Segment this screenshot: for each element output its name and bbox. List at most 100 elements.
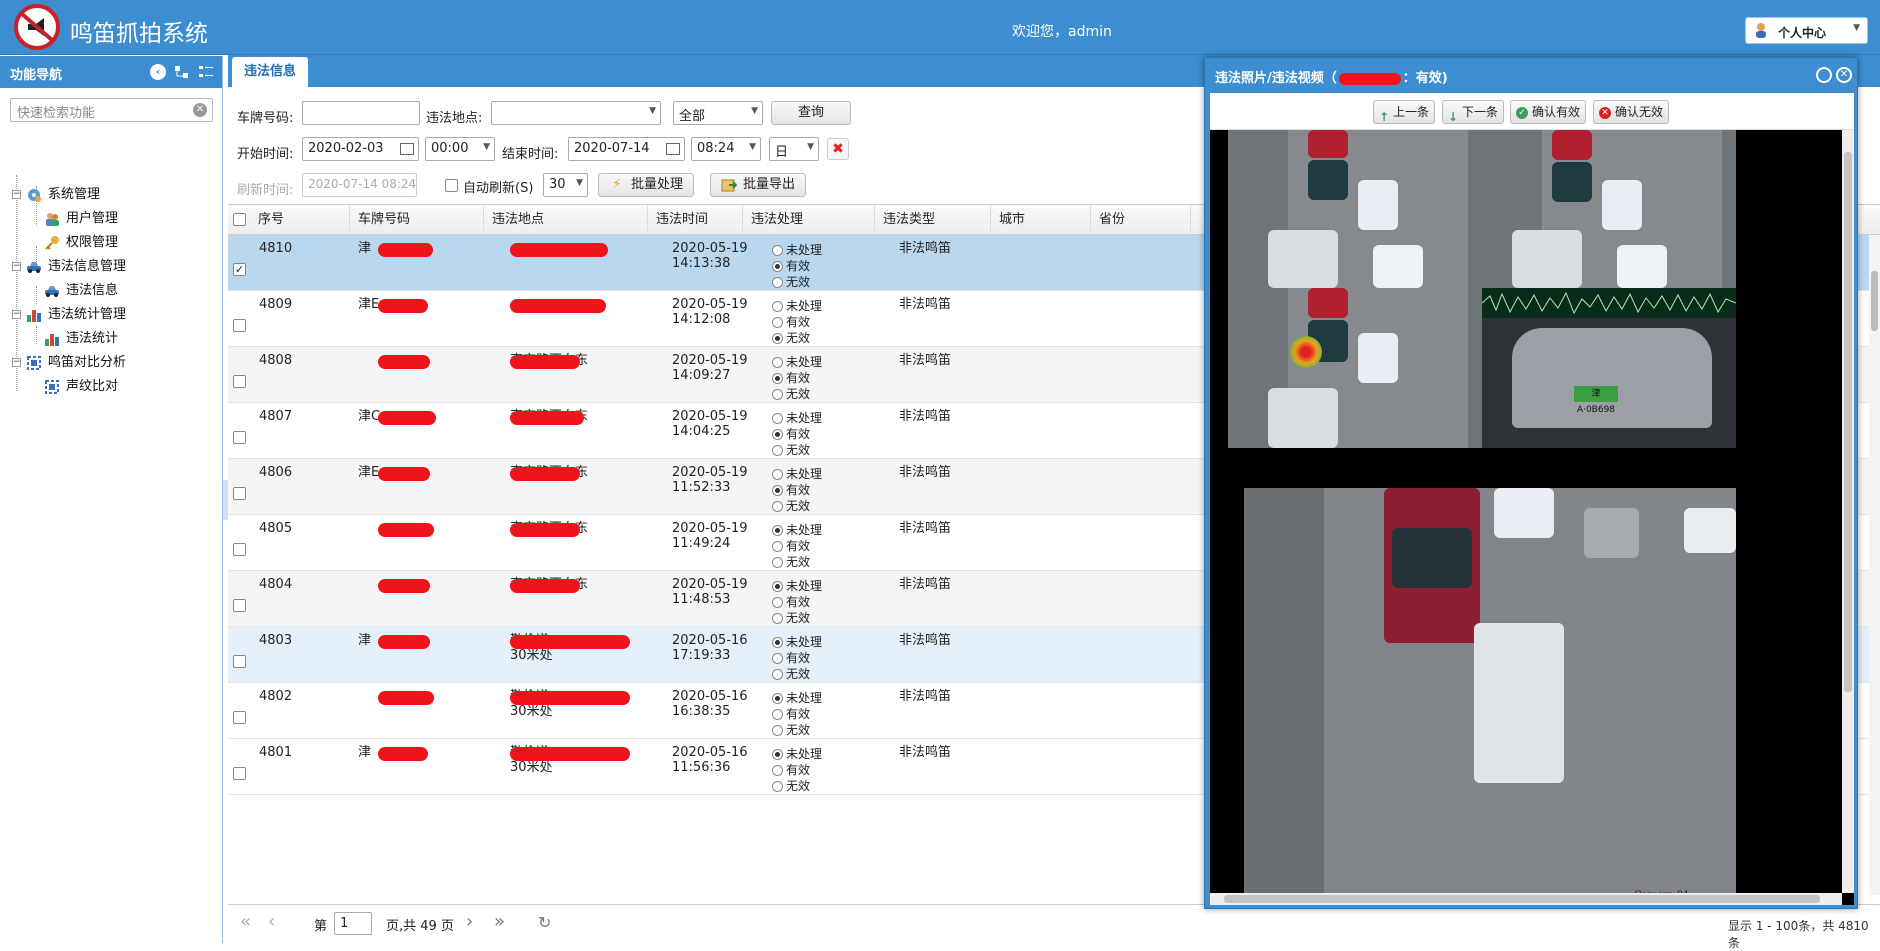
- radio-circle[interactable]: [772, 597, 783, 608]
- user-menu-button[interactable]: 个人中心 ▼: [1745, 17, 1868, 44]
- status-radio[interactable]: 未处理: [772, 354, 822, 370]
- expand-tree-icon[interactable]: [174, 64, 190, 80]
- tree-toggle[interactable]: −: [12, 190, 21, 199]
- status-radio[interactable]: 无效: [772, 778, 810, 794]
- row-checkbox[interactable]: [233, 319, 246, 332]
- status-radio[interactable]: 无效: [772, 274, 810, 290]
- next-record-button[interactable]: ↓ 下一条: [1442, 100, 1504, 124]
- status-radio[interactable]: 未处理: [772, 466, 822, 482]
- row-checkbox[interactable]: ✓: [233, 263, 246, 276]
- confirm-invalid-button[interactable]: ✕ 确认无效: [1593, 100, 1669, 124]
- prev-page-icon[interactable]: ‹: [268, 911, 275, 932]
- radio-circle[interactable]: [772, 541, 783, 552]
- status-radio[interactable]: 有效: [772, 706, 810, 722]
- end-date-input[interactable]: 2020-07-14: [568, 137, 685, 161]
- clear-icon[interactable]: ✕: [193, 103, 207, 117]
- row-checkbox[interactable]: [233, 655, 246, 668]
- select-all-checkbox[interactable]: [233, 213, 246, 226]
- start-time-select[interactable]: 00:00 ▼: [425, 137, 495, 161]
- status-radio[interactable]: 未处理: [772, 690, 822, 706]
- refresh-interval-select[interactable]: 30 ▼: [543, 173, 588, 197]
- row-checkbox[interactable]: [233, 767, 246, 780]
- row-checkbox[interactable]: [233, 711, 246, 724]
- radio-circle[interactable]: [772, 581, 783, 592]
- collapse-left-icon[interactable]: ‹: [150, 64, 166, 80]
- radio-circle[interactable]: [772, 277, 783, 288]
- status-radio[interactable]: 无效: [772, 666, 810, 682]
- radio-circle[interactable]: [772, 693, 783, 704]
- radio-circle[interactable]: [772, 485, 783, 496]
- radio-circle[interactable]: [772, 389, 783, 400]
- status-radio[interactable]: 有效: [772, 258, 810, 274]
- column-header[interactable]: 违法处理: [743, 205, 875, 235]
- calendar-icon[interactable]: [666, 143, 680, 155]
- auto-refresh-checkbox[interactable]: [445, 179, 458, 192]
- tab-violations[interactable]: 违法信息: [232, 57, 308, 87]
- batch-process-button[interactable]: ⚡ 批量处理: [598, 173, 694, 197]
- radio-circle[interactable]: [772, 525, 783, 536]
- violation-image-viewer[interactable]: 津A·0B698 Camera 01: [1210, 130, 1854, 905]
- status-radio[interactable]: 无效: [772, 386, 810, 402]
- column-header[interactable]: 车牌号码: [350, 205, 484, 235]
- refresh-icon[interactable]: ↻: [538, 913, 551, 932]
- status-radio[interactable]: 有效: [772, 650, 810, 666]
- radio-circle[interactable]: [772, 373, 783, 384]
- clear-filter-icon[interactable]: ✖: [827, 138, 849, 160]
- column-header[interactable]: 省份: [1091, 205, 1191, 235]
- column-header[interactable]: 序号: [250, 205, 350, 235]
- batch-export-button[interactable]: 批量导出: [710, 173, 806, 197]
- next-page-icon[interactable]: ›: [466, 911, 473, 932]
- status-radio[interactable]: 未处理: [772, 298, 822, 314]
- query-button[interactable]: 查询: [771, 101, 851, 125]
- radio-circle[interactable]: [772, 709, 783, 720]
- radio-circle[interactable]: [772, 261, 783, 272]
- viewer-vertical-scrollbar[interactable]: [1842, 130, 1854, 893]
- radio-circle[interactable]: [772, 749, 783, 760]
- status-radio[interactable]: 未处理: [772, 746, 822, 762]
- radio-circle[interactable]: [772, 429, 783, 440]
- tree-toggle[interactable]: −: [12, 358, 21, 367]
- confirm-valid-button[interactable]: ✓ 确认有效: [1510, 100, 1586, 124]
- status-radio[interactable]: 有效: [772, 482, 810, 498]
- status-radio[interactable]: 无效: [772, 610, 810, 626]
- viewer-horizontal-scrollbar[interactable]: [1210, 893, 1842, 905]
- status-radio[interactable]: 无效: [772, 498, 810, 514]
- radio-circle[interactable]: [772, 501, 783, 512]
- column-header[interactable]: 违法地点: [484, 205, 648, 235]
- plate-input[interactable]: [302, 101, 420, 125]
- prev-record-button[interactable]: ↑ 上一条: [1373, 100, 1435, 124]
- status-radio[interactable]: 有效: [772, 538, 810, 554]
- scrollbar-thumb[interactable]: [1844, 152, 1852, 692]
- status-radio[interactable]: 有效: [772, 762, 810, 778]
- minimize-icon[interactable]: [1816, 67, 1832, 83]
- start-date-input[interactable]: 2020-02-03: [302, 137, 419, 161]
- status-radio[interactable]: 有效: [772, 314, 810, 330]
- time-unit-select[interactable]: 日 ▼: [769, 137, 819, 161]
- end-time-select[interactable]: 08:24 ▼: [691, 137, 761, 161]
- radio-circle[interactable]: [772, 557, 783, 568]
- scrollbar-thumb[interactable]: [1871, 271, 1878, 331]
- radio-circle[interactable]: [772, 413, 783, 424]
- status-radio[interactable]: 有效: [772, 594, 810, 610]
- column-header[interactable]: 违法类型: [875, 205, 991, 235]
- status-radio[interactable]: 有效: [772, 426, 810, 442]
- location-select[interactable]: ▼: [491, 101, 661, 125]
- status-radio[interactable]: 无效: [772, 554, 810, 570]
- radio-circle[interactable]: [772, 669, 783, 680]
- radio-circle[interactable]: [772, 725, 783, 736]
- radio-circle[interactable]: [772, 245, 783, 256]
- function-search-input[interactable]: 快速检索功能 ✕: [10, 98, 213, 122]
- status-radio[interactable]: 无效: [772, 442, 810, 458]
- collapse-tree-icon[interactable]: [198, 64, 214, 80]
- scope-select[interactable]: 全部 ▼: [673, 101, 763, 125]
- row-checkbox[interactable]: [233, 599, 246, 612]
- status-radio[interactable]: 未处理: [772, 242, 822, 258]
- status-radio[interactable]: 未处理: [772, 522, 822, 538]
- radio-circle[interactable]: [772, 301, 783, 312]
- radio-circle[interactable]: [772, 765, 783, 776]
- radio-circle[interactable]: [772, 317, 783, 328]
- status-radio[interactable]: 无效: [772, 722, 810, 738]
- status-radio[interactable]: 未处理: [772, 410, 822, 426]
- column-header[interactable]: 城市: [991, 205, 1091, 235]
- radio-circle[interactable]: [772, 445, 783, 456]
